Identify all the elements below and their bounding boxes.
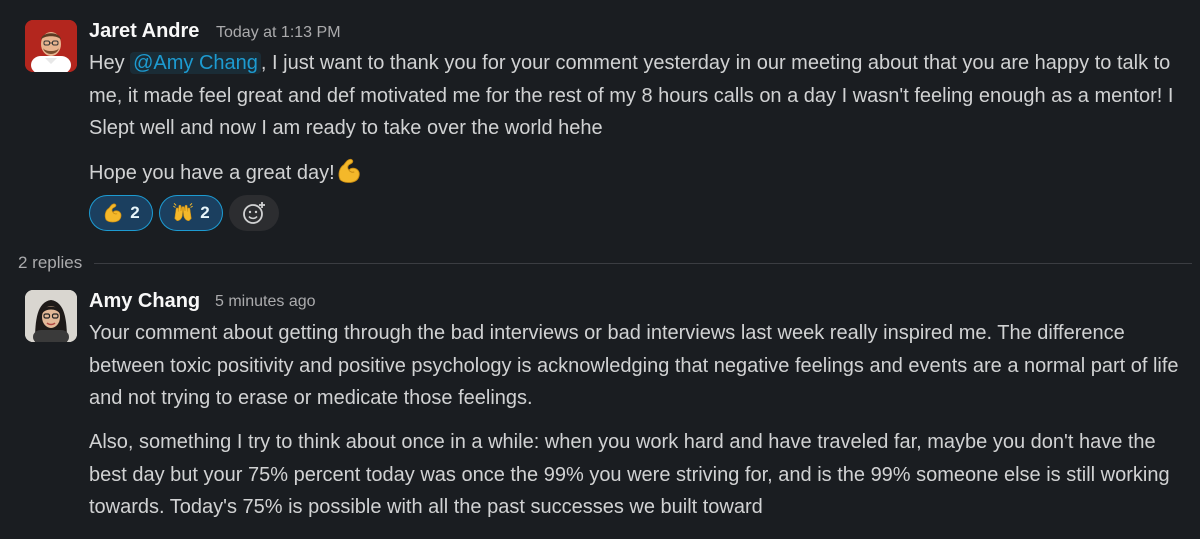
flexed-biceps-icon bbox=[102, 202, 124, 224]
message-timestamp[interactable]: Today at 1:13 PM bbox=[216, 24, 341, 42]
user-avatar-woman[interactable] bbox=[25, 290, 77, 342]
sender-name[interactable]: Jaret Andre bbox=[89, 20, 199, 43]
greeting-text: Hey bbox=[89, 52, 131, 74]
message-timestamp[interactable]: 5 minutes ago bbox=[215, 293, 316, 311]
sender-name[interactable]: Amy Chang bbox=[89, 290, 200, 313]
reply-message: Amy Chang 5 minutes ago Your comment abo… bbox=[0, 280, 1200, 539]
user-avatar-man[interactable] bbox=[25, 20, 77, 72]
reactions-bar: 2 2 bbox=[89, 195, 279, 231]
add-reaction-button[interactable] bbox=[229, 195, 279, 231]
flexed-biceps-icon bbox=[335, 157, 363, 185]
replies-count[interactable]: 2 replies bbox=[18, 253, 82, 273]
reply-paragraph-2: Also, something I try to think about onc… bbox=[89, 431, 1170, 518]
reply-paragraph-1: Your comment about getting through the b… bbox=[89, 322, 1179, 409]
raising-hands-icon bbox=[172, 202, 194, 224]
add-reaction-icon bbox=[243, 202, 265, 224]
message-body: Hey @Amy Chang, I just want to thank you… bbox=[89, 47, 1194, 145]
message-closing: Hope you have a great day! bbox=[89, 157, 1194, 190]
reaction-count: 2 bbox=[200, 203, 210, 222]
reaction-raising-hands[interactable]: 2 bbox=[159, 195, 223, 231]
reaction-count: 2 bbox=[130, 203, 140, 222]
user-mention[interactable]: @Amy Chang bbox=[130, 52, 261, 74]
closing-text: Hope you have a great day! bbox=[89, 162, 335, 184]
replies-divider: 2 replies bbox=[18, 250, 1192, 276]
divider-line bbox=[94, 262, 1192, 264]
reaction-flexed-biceps[interactable]: 2 bbox=[89, 195, 153, 231]
parent-message: Jaret Andre Today at 1:13 PM Hey @Amy Ch… bbox=[0, 0, 1200, 240]
